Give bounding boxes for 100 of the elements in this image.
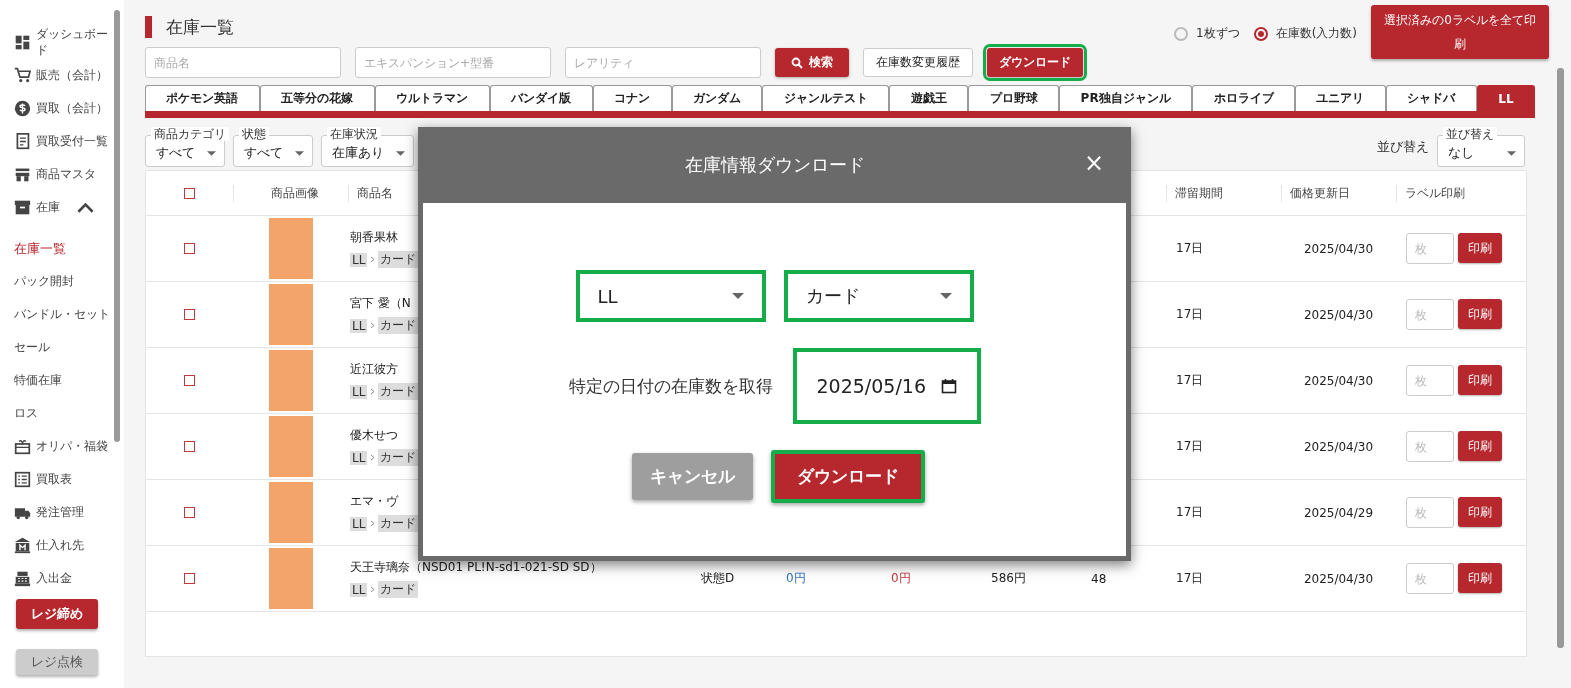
product-name: 朝香果林 [350, 229, 398, 246]
quantity-field[interactable]: 枚 [1406, 431, 1454, 462]
checkbox[interactable] [184, 441, 195, 452]
sidebar-item[interactable]: オリパ・福袋 [0, 430, 124, 463]
quantity-field[interactable]: 枚 [1406, 299, 1454, 330]
print-button[interactable]: 印刷 [1458, 299, 1502, 329]
sidebar-item[interactable]: 仕入れ先 [0, 529, 124, 562]
sidebar-item[interactable]: 入出金 [0, 562, 124, 595]
checkbox[interactable] [184, 309, 195, 320]
table-cell-text: 0円 [890, 570, 912, 587]
table-cell-text: 17日 [1175, 240, 1205, 257]
product-name: 宮下 愛（N [350, 295, 411, 312]
table-cell-text: 586円 [990, 570, 1027, 587]
sidebar-subitem[interactable]: バンドル・セット [14, 306, 110, 323]
sidebar-icon [14, 570, 31, 587]
table-cell-text: 2025/04/30 [1302, 241, 1375, 256]
table-cell-text: 状態D [700, 570, 736, 587]
scrollbar[interactable] [1557, 68, 1564, 648]
column-header: ラベル印刷 [1396, 184, 1511, 202]
checkbox[interactable] [184, 243, 195, 254]
tab[interactable]: 遊戯王 [889, 85, 969, 111]
tab[interactable]: バンダイ版 [489, 85, 593, 111]
dropdown-caret-icon [396, 150, 405, 156]
tab[interactable]: ガンダム [671, 85, 763, 111]
sidebar-item[interactable]: ダッシュボード [0, 26, 124, 59]
sort-label: 並び替え [1377, 138, 1429, 156]
category-tag: カード [378, 581, 419, 598]
tab[interactable]: ユニアリ [1295, 85, 1386, 111]
title-accent-bar [145, 16, 152, 38]
sidebar-item[interactable]: 買取（会計） [0, 92, 124, 125]
sidebar-subitem[interactable]: 在庫一覧 [14, 239, 66, 258]
tab[interactable]: シャドバ [1385, 85, 1477, 111]
quantity-field[interactable]: 枚 [1406, 497, 1454, 528]
tab[interactable]: ポケモン英語 [145, 85, 260, 111]
tab[interactable]: PR独自ジャンル [1059, 85, 1193, 111]
checkbox[interactable] [184, 573, 195, 584]
product-name: 優木せつ [350, 427, 398, 444]
page-title: 在庫一覧 [166, 15, 234, 39]
checkbox[interactable] [184, 375, 195, 386]
close-button[interactable]: × [1083, 151, 1104, 175]
sidebar-icon [14, 34, 31, 51]
sidebar-item[interactable]: 買取受付一覧 [0, 125, 124, 158]
table-cell-text: 17日 [1175, 438, 1205, 455]
tab[interactable]: ホロライブ [1192, 85, 1295, 111]
print-button[interactable]: 印刷 [1458, 497, 1502, 527]
table-cell-text: 17日 [1175, 372, 1205, 389]
select-field[interactable]: LL [575, 270, 766, 322]
search-field[interactable]: エキスパンション+型番 [355, 47, 551, 78]
sidebar-icon [14, 438, 31, 455]
print-all-button[interactable]: 選択済みの0ラベルを全て印刷 [1371, 5, 1549, 59]
scrollbar[interactable] [114, 10, 120, 442]
search-field[interactable]: レアリティ [565, 47, 761, 78]
radio-option[interactable]: 1枚ずつ [1174, 25, 1240, 42]
search-field[interactable]: 商品名 [145, 47, 341, 78]
checkbox[interactable] [184, 187, 195, 199]
dropdown-caret-icon [295, 150, 304, 156]
sidebar-icon [14, 67, 31, 84]
search-button[interactable]: 検索 [775, 48, 849, 77]
calendar-icon[interactable] [940, 378, 957, 394]
print-button[interactable]: 印刷 [1458, 431, 1502, 461]
tab[interactable]: LL [1476, 85, 1536, 111]
sidebar-icon [14, 471, 31, 488]
tab[interactable]: プロ野球 [968, 85, 1060, 111]
history-button[interactable]: 在庫数変更履歴 [863, 48, 973, 77]
quantity-field[interactable]: 枚 [1406, 233, 1454, 264]
table-cell-text: 17日 [1175, 306, 1205, 323]
tab[interactable]: 五等分の花嫁 [259, 85, 375, 111]
sidebar-subitem[interactable]: セール [14, 339, 50, 356]
tab[interactable]: コナン [592, 85, 672, 111]
print-button[interactable]: 印刷 [1458, 233, 1502, 263]
category-tag: LL [350, 252, 368, 267]
tab[interactable]: ジャンルテスト [762, 85, 890, 111]
sidebar-item[interactable]: 商品マスタ [0, 158, 124, 191]
date-field[interactable]: 2025/05/16 [792, 348, 981, 424]
sidebar-item[interactable]: 発注管理 [0, 496, 124, 529]
category-tag: カード [378, 317, 419, 334]
quantity-field[interactable]: 枚 [1406, 365, 1454, 396]
quantity-field[interactable]: 枚 [1406, 563, 1454, 594]
register-close-button[interactable]: レジ締め [16, 599, 98, 629]
sidebar-item[interactable]: 販売（会計） [0, 59, 124, 92]
chevron-right-icon [370, 586, 376, 593]
table-cell-text: 17日 [1175, 504, 1205, 521]
sidebar-item[interactable]: 在庫 [0, 191, 124, 224]
column-header: 価格更新日 [1281, 184, 1396, 202]
sidebar-subitem[interactable]: ロス [14, 405, 38, 422]
chevron-right-icon [370, 322, 376, 329]
tab[interactable]: ウルトラマン [374, 85, 490, 111]
download-button[interactable]: ダウンロード [771, 450, 925, 503]
category-tag: LL [350, 450, 368, 465]
select-field[interactable]: カード [783, 270, 974, 322]
category-tag: カード [378, 449, 419, 466]
sidebar-item[interactable]: 買取表 [0, 463, 124, 496]
print-button[interactable]: 印刷 [1458, 365, 1502, 395]
checkbox[interactable] [184, 507, 195, 518]
print-button[interactable]: 印刷 [1458, 563, 1502, 593]
chevron-right-icon [370, 388, 376, 395]
sidebar-subitem[interactable]: 特価在庫 [14, 372, 62, 389]
radio-option[interactable]: 在庫数(入力数) [1253, 25, 1357, 42]
register-check-button[interactable]: レジ点検 [16, 649, 98, 675]
sidebar-subitem[interactable]: パック開封 [14, 273, 74, 290]
